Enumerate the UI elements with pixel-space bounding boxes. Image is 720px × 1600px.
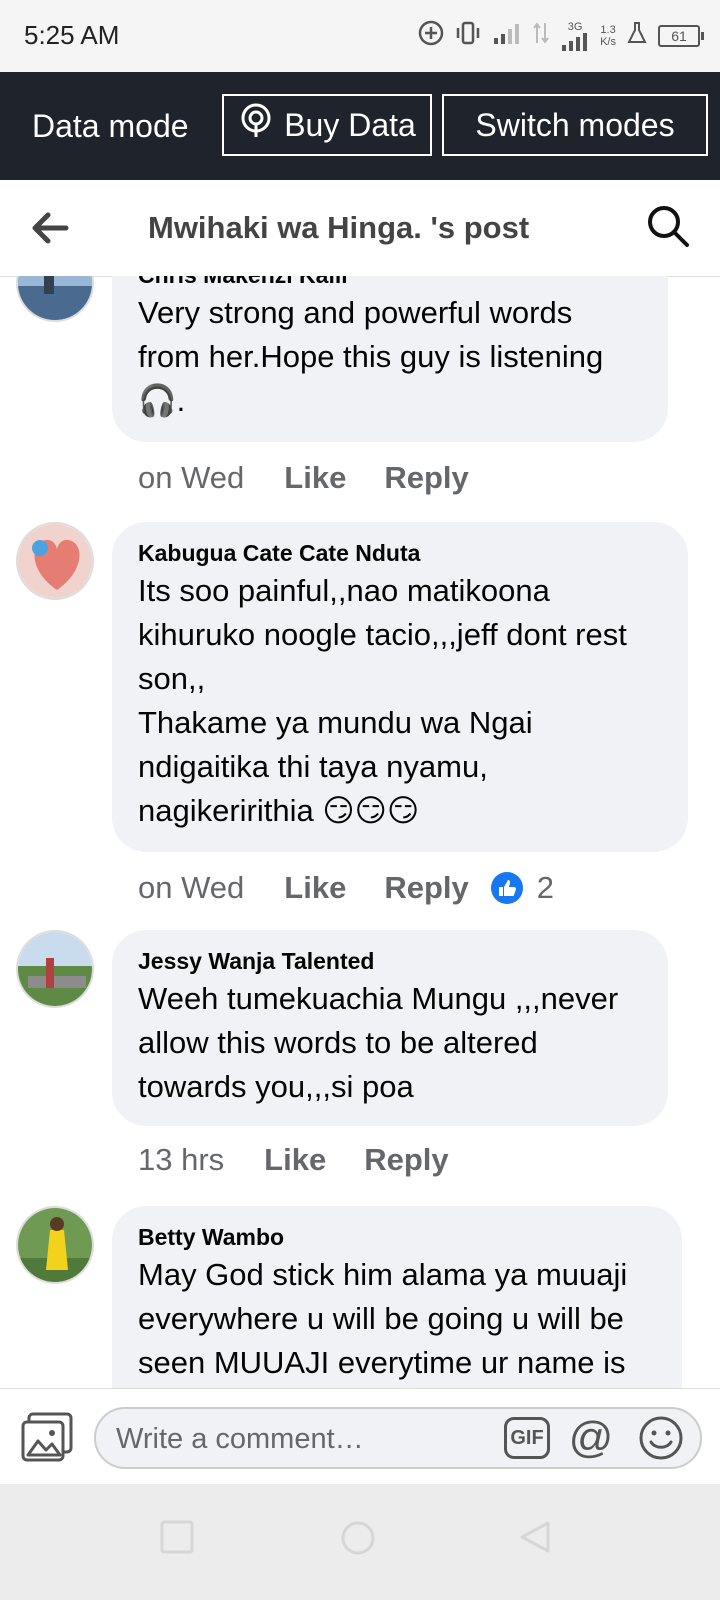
- reaction-count[interactable]: 2: [490, 870, 554, 906]
- comment-text: May God stick him alama ya muuaji everyw…: [138, 1257, 628, 1380]
- buy-data-label: Buy Data: [284, 106, 416, 143]
- data-mode-bar: Data mode Buy Data Switch modes: [0, 72, 720, 180]
- emoji-icon[interactable]: [638, 1415, 684, 1461]
- signal-icon: [492, 22, 522, 50]
- vibrate-icon: [454, 21, 482, 51]
- battery-indicator: 61: [658, 25, 704, 47]
- data-mode-label: Data mode: [32, 108, 189, 144]
- at-icon[interactable]: @: [566, 1413, 616, 1463]
- flask-icon: [626, 21, 648, 51]
- add-circle-icon: [418, 20, 444, 52]
- status-icons: 3G 1.3 K/s 61: [418, 18, 704, 54]
- comment-bubble[interactable]: Chris Makenzi Kalli Very strong and powe…: [112, 276, 668, 442]
- photo-icon[interactable]: [20, 1411, 74, 1463]
- post-header: Mwihaki wa Hinga. 's post: [0, 180, 720, 277]
- like-button[interactable]: Like: [264, 1142, 326, 1178]
- comment-bubble[interactable]: Jessy Wanja Talented Weeh tumekuachia Mu…: [112, 930, 668, 1126]
- system-nav-bar: [0, 1484, 720, 1600]
- page-title: Mwihaki wa Hinga. 's post: [148, 210, 530, 245]
- comment-text: Its soo painful,,nao matikoona kihuruko …: [138, 573, 627, 828]
- comment-author[interactable]: Kabugua Cate Cate Nduta: [138, 540, 662, 567]
- reply-button[interactable]: Reply: [364, 1142, 448, 1178]
- recents-icon[interactable]: [160, 1520, 194, 1559]
- switch-modes-label: Switch modes: [475, 106, 675, 143]
- reply-button[interactable]: Reply: [384, 870, 468, 906]
- avatar[interactable]: [16, 522, 94, 600]
- comment-actions: on Wed Like Reply: [138, 460, 507, 496]
- home-icon[interactable]: [340, 1520, 376, 1561]
- data-transfer-icon: [532, 21, 550, 51]
- reply-button[interactable]: Reply: [384, 460, 468, 496]
- comment-input-placeholder: Write a comment…: [116, 1423, 364, 1455]
- comment-text: Very strong and powerful words from her.…: [138, 295, 604, 418]
- comment-input[interactable]: Write a comment… GIF @: [94, 1407, 702, 1469]
- comment-author[interactable]: Chris Makenzi Kalli: [138, 276, 642, 289]
- back-nav-icon[interactable]: [518, 1520, 552, 1559]
- status-bar: 5:25 AM 3G 1.3 K/s 61: [0, 0, 720, 72]
- search-icon[interactable]: [646, 204, 690, 248]
- gif-button[interactable]: GIF: [504, 1417, 550, 1459]
- back-arrow-icon[interactable]: [28, 206, 72, 250]
- like-button[interactable]: Like: [284, 460, 346, 496]
- avatar[interactable]: [16, 276, 94, 322]
- status-time: 5:25 AM: [24, 20, 120, 50]
- broadcast-icon: [238, 103, 274, 147]
- comment-bubble[interactable]: Betty Wambo May God stick him alama ya m…: [112, 1206, 682, 1388]
- comment-composer: Write a comment… GIF @: [0, 1388, 720, 1485]
- comments-feed[interactable]: Chris Makenzi Kalli Very strong and powe…: [0, 276, 720, 1388]
- comment-author[interactable]: Jessy Wanja Talented: [138, 948, 642, 975]
- switch-modes-button[interactable]: Switch modes: [442, 94, 708, 156]
- comment-time[interactable]: on Wed: [138, 460, 244, 496]
- thumbs-up-icon: [490, 872, 523, 904]
- comment-time[interactable]: on Wed: [138, 870, 244, 906]
- comment-bubble[interactable]: Kabugua Cate Cate Nduta Its soo painful,…: [112, 522, 688, 852]
- like-button[interactable]: Like: [284, 870, 346, 906]
- reaction-count-value: 2: [536, 870, 554, 905]
- avatar[interactable]: [16, 930, 94, 1008]
- network-speed: 1.3 K/s: [600, 24, 616, 48]
- comment-text: Weeh tumekuachia Mungu ,,,never allow th…: [138, 981, 619, 1104]
- buy-data-button[interactable]: Buy Data: [222, 94, 432, 156]
- comment-actions: on Wed Like Reply 2: [138, 870, 554, 906]
- comment-time[interactable]: 13 hrs: [138, 1142, 224, 1178]
- comment-author[interactable]: Betty Wambo: [138, 1224, 656, 1251]
- comment-actions: 13 hrs Like Reply: [138, 1142, 487, 1178]
- avatar[interactable]: [16, 1206, 94, 1284]
- network-3g-signal: 3G: [560, 21, 590, 51]
